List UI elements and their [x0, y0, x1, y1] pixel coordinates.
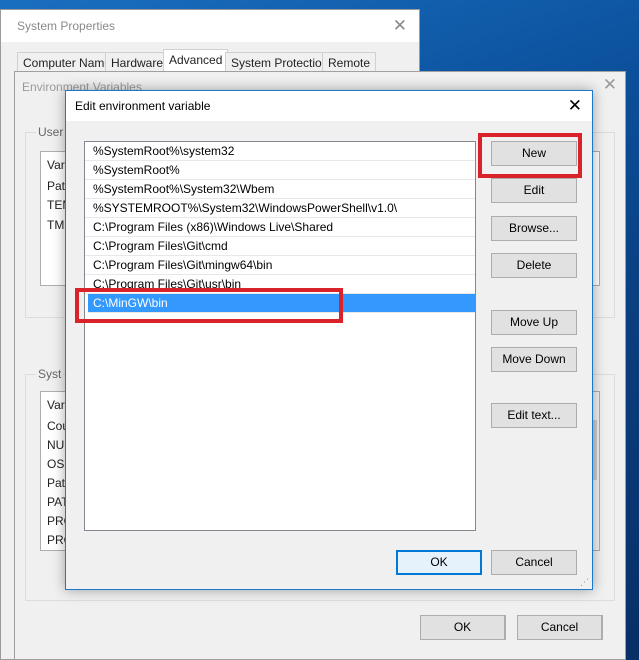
- tab-advanced[interactable]: Advanced: [163, 49, 229, 73]
- browse-button[interactable]: Browse...: [491, 216, 577, 241]
- edit-dialog-title: Edit environment variable: [75, 99, 211, 113]
- list-item[interactable]: OS: [47, 457, 64, 471]
- path-item[interactable]: C:\Program Files\Git\mingw64\bin: [85, 256, 475, 275]
- list-header: Var: [47, 158, 65, 172]
- list-item[interactable]: Pat: [47, 179, 65, 193]
- close-icon[interactable]: ✕: [603, 75, 617, 95]
- delete-button[interactable]: Delete: [491, 253, 577, 278]
- sysprops-ok-button[interactable]: OK: [420, 615, 505, 640]
- tab-system-protection[interactable]: System Protection: [225, 52, 335, 72]
- tab-hardware[interactable]: Hardware: [105, 52, 170, 72]
- system-properties-title: System Properties: [17, 19, 116, 33]
- tab-computer-name[interactable]: Computer Name: [17, 52, 118, 72]
- edit-dialog-titlebar: Edit environment variable ✕: [66, 91, 592, 121]
- path-item[interactable]: %SYSTEMROOT%\System32\WindowsPowerShell\…: [85, 199, 475, 218]
- edit-text-button[interactable]: Edit text...: [491, 403, 577, 428]
- list-item[interactable]: Pat: [47, 476, 65, 490]
- path-item[interactable]: C:\Program Files (x86)\Windows Live\Shar…: [85, 218, 475, 237]
- sysprops-cancel-button[interactable]: Cancel: [517, 615, 602, 640]
- close-icon[interactable]: ✕: [568, 96, 582, 116]
- path-item[interactable]: %SystemRoot%: [85, 161, 475, 180]
- cancel-button[interactable]: Cancel: [491, 550, 577, 575]
- system-variables-label: Syst: [36, 367, 64, 381]
- new-button-highlight: [478, 133, 582, 178]
- edit-button[interactable]: Edit: [491, 178, 577, 203]
- mingw-path-highlight: [75, 288, 343, 323]
- move-down-button[interactable]: Move Down: [491, 347, 577, 372]
- path-item[interactable]: %SystemRoot%\system32: [85, 142, 475, 161]
- system-properties-titlebar: System Properties ✕: [1, 10, 419, 42]
- tab-remote[interactable]: Remote: [322, 52, 377, 72]
- path-item[interactable]: C:\Program Files\Git\cmd: [85, 237, 475, 256]
- path-item[interactable]: %SystemRoot%\System32\Wbem: [85, 180, 475, 199]
- move-up-button[interactable]: Move Up: [491, 310, 577, 335]
- close-icon[interactable]: ✕: [393, 16, 407, 36]
- resize-grip-icon[interactable]: ⋰: [580, 577, 590, 587]
- path-list[interactable]: %SystemRoot%\system32 %SystemRoot% %Syst…: [84, 141, 476, 531]
- ok-button[interactable]: OK: [396, 550, 482, 575]
- list-header: Var: [47, 398, 65, 412]
- list-item[interactable]: NU: [47, 438, 64, 452]
- list-item[interactable]: TM: [47, 218, 64, 232]
